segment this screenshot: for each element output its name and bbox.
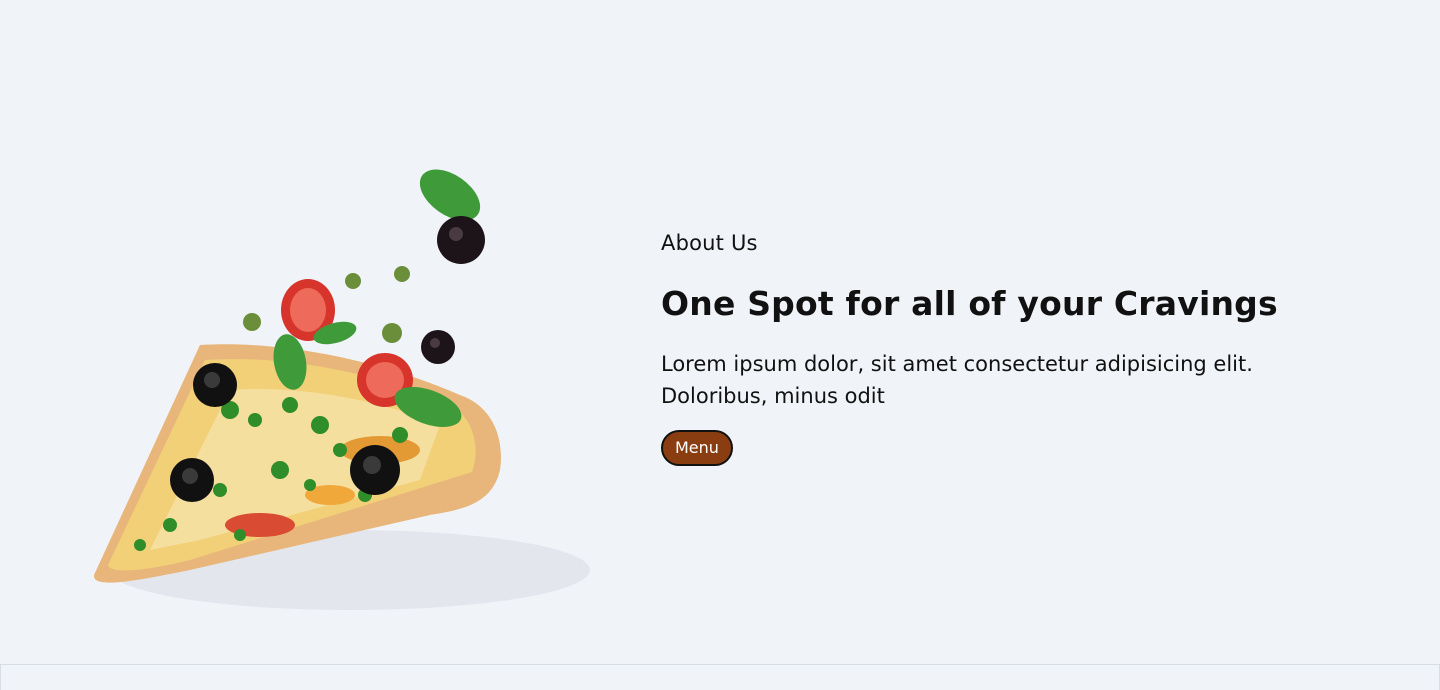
about-content: About Us One Spot for all of your Cravin… (661, 228, 1301, 466)
menu-button[interactable]: Menu (661, 430, 733, 466)
about-section: About Us One Spot for all of your Cravin… (0, 0, 1440, 690)
section-body: Lorem ipsum dolor, sit amet consectetur … (661, 348, 1281, 412)
pizza-slice-image (80, 150, 600, 640)
body-line-1: Lorem ipsum dolor, sit amet consectetur … (661, 352, 1253, 376)
footer-divider (0, 664, 1440, 690)
body-line-2: Doloribus, minus odit (661, 384, 885, 408)
section-headline: One Spot for all of your Cravings (661, 284, 1278, 323)
section-eyebrow: About Us (661, 231, 758, 255)
